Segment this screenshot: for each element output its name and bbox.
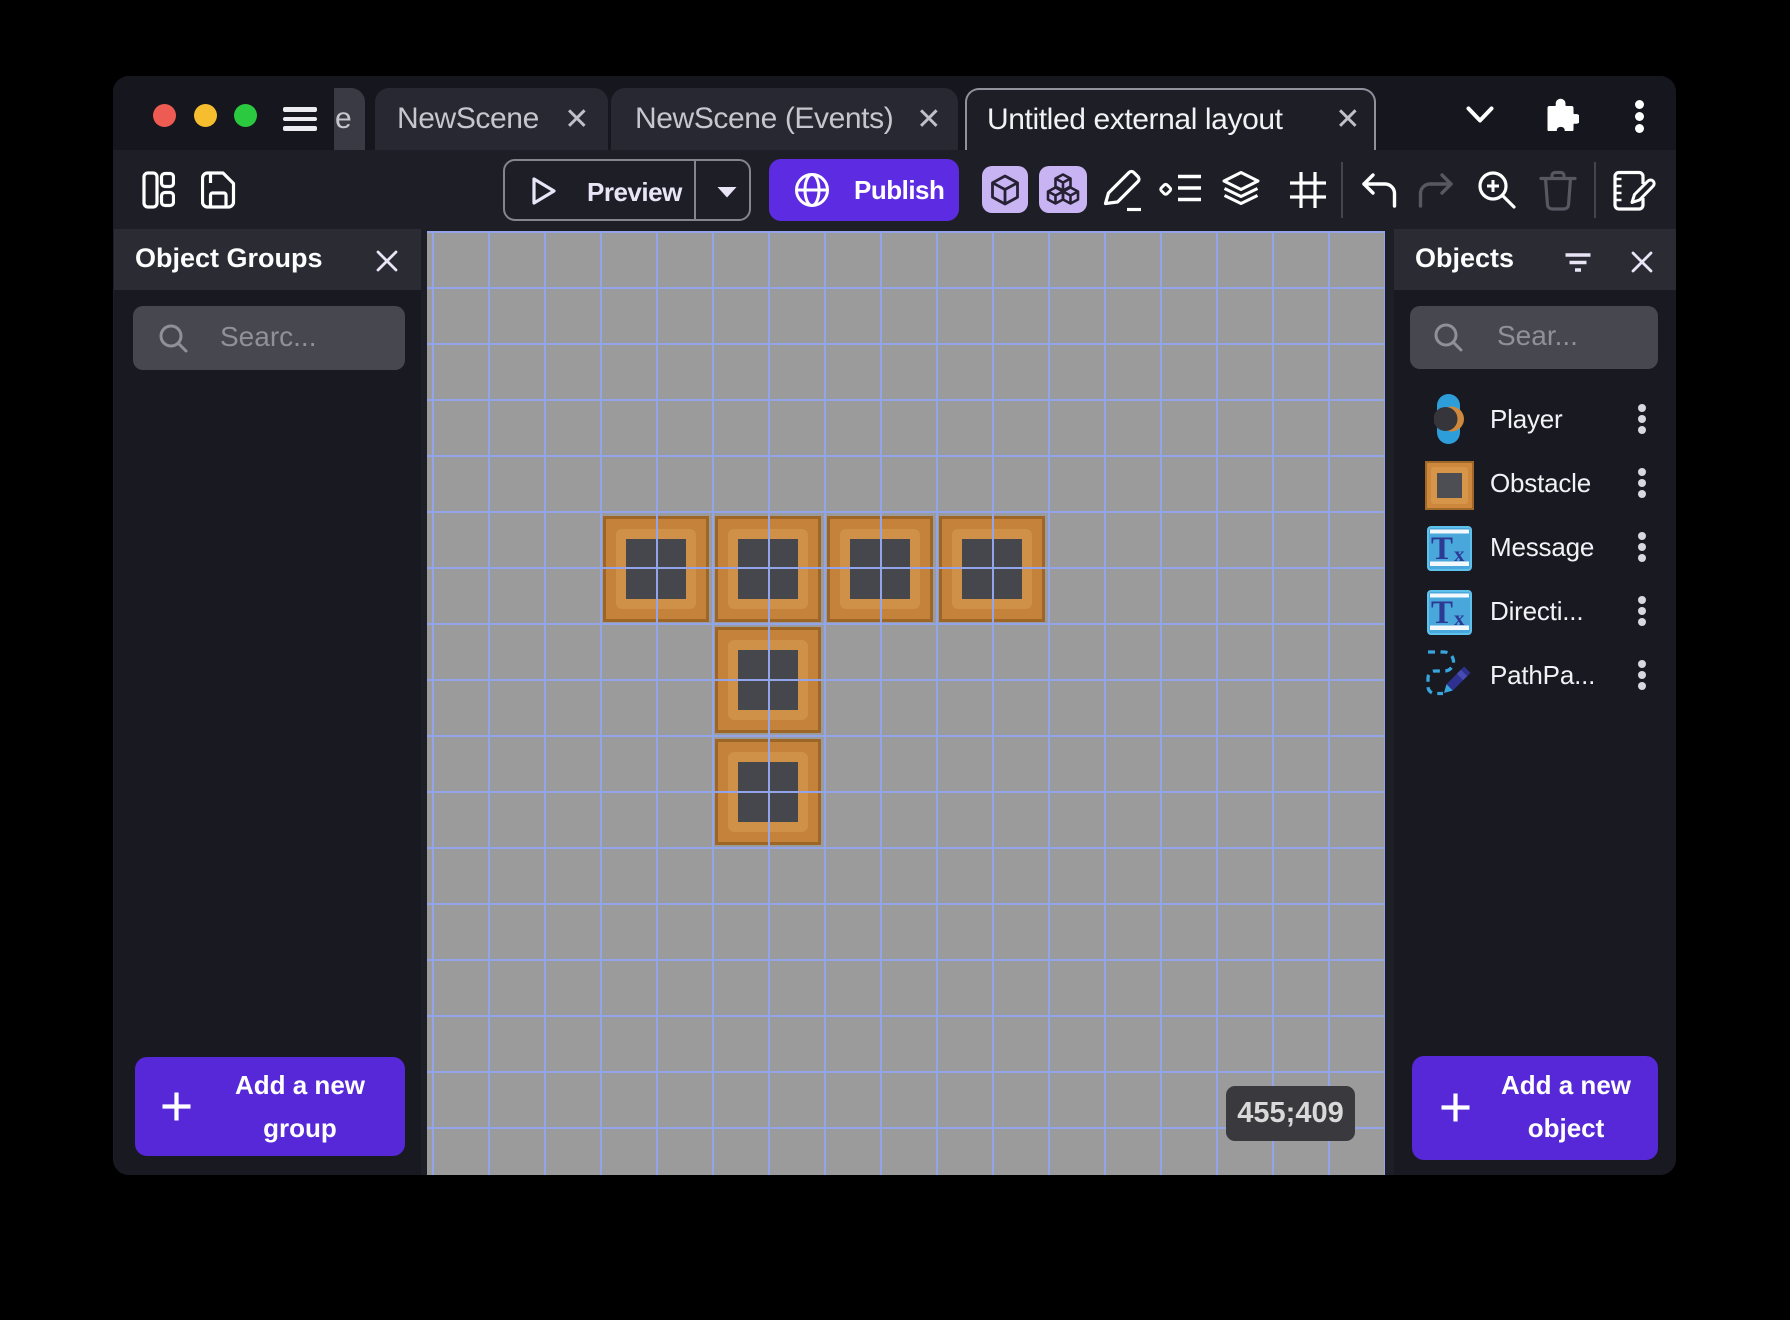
svg-text:x: x: [1454, 606, 1465, 630]
svg-text:T: T: [1431, 531, 1453, 567]
svg-text:x: x: [1454, 542, 1465, 566]
svg-text:T: T: [1431, 595, 1453, 631]
